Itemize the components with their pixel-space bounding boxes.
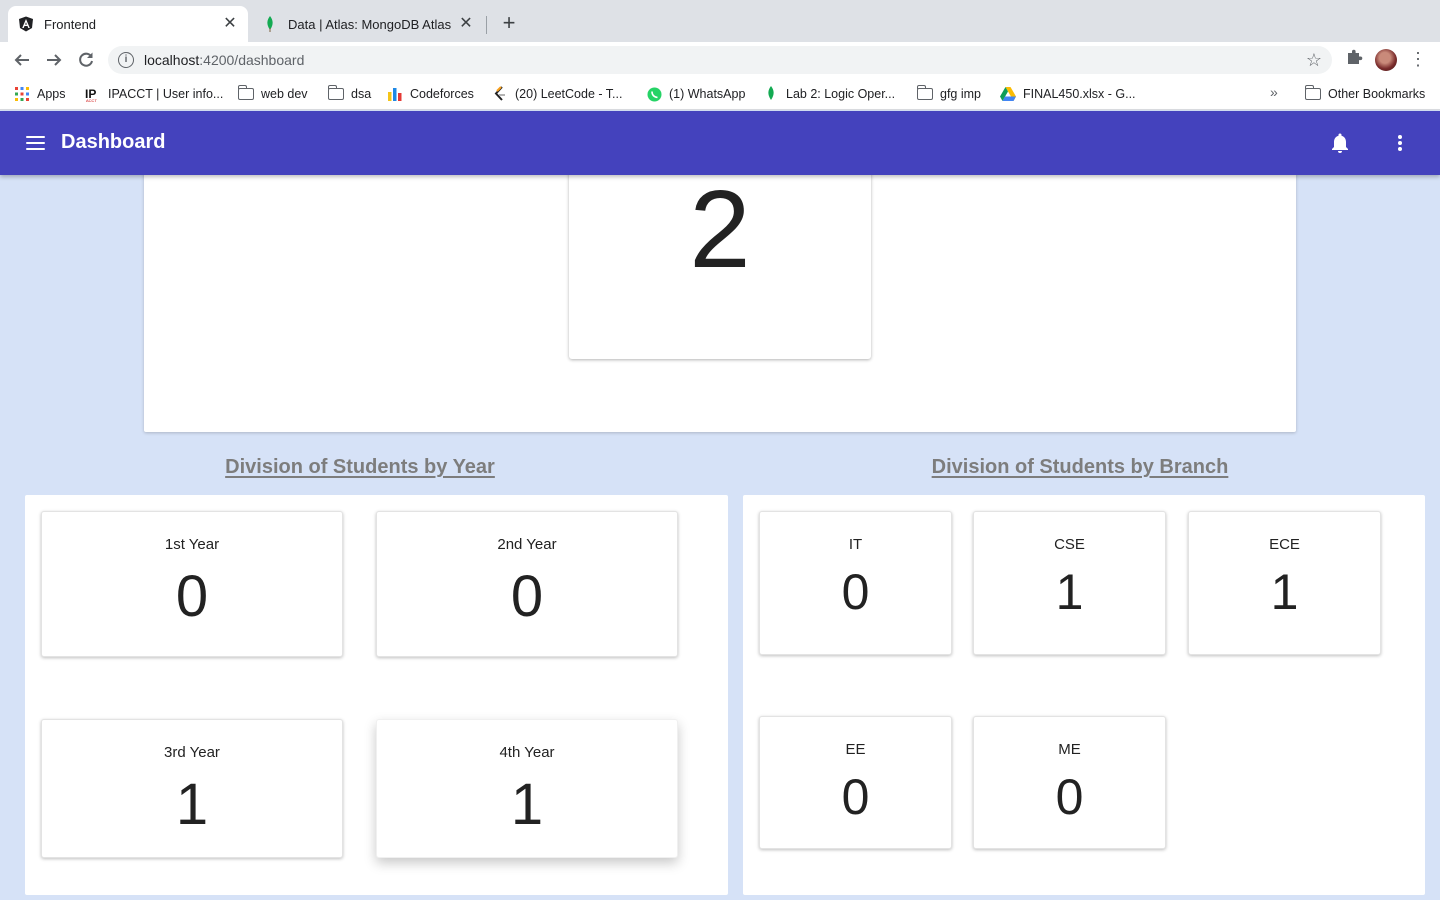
bookmark-other[interactable]: Other Bookmarks [1304,85,1426,103]
bookmark-ipacct[interactable]: IP ACCT IPACCT | User info... [85,85,223,103]
stat-label: CSE [1054,536,1085,553]
year-card-4th[interactable]: 4th Year 1 [376,719,678,858]
bookmark-leetcode[interactable]: (20) LeetCode - T... [492,85,622,103]
browser-tab-mongodb[interactable]: Data | Atlas: MongoDB Atlas ✕ [252,6,484,42]
bookmark-lab2[interactable]: Lab 2: Logic Oper... [763,85,895,103]
new-tab-plus-icon[interactable]: + [497,12,521,36]
bookmark-label: Codeforces [410,87,474,101]
address-bar[interactable]: i localhost:4200/dashboard ☆ [108,46,1332,74]
stat-label: 1st Year [164,536,220,553]
stat-value: 1 [175,772,209,837]
stat-value: 1 [1270,564,1299,620]
notification-bell-icon[interactable] [1328,131,1352,155]
reload-icon[interactable] [74,48,98,72]
folder-icon [916,85,933,102]
bookmark-whatsapp[interactable]: (1) WhatsApp [646,85,745,103]
folder-icon [1304,85,1321,102]
browser-tab-strip: Frontend ✕ Data | Atlas: MongoDB Atlas ✕… [0,0,1440,42]
stat-value: 0 [510,564,544,629]
bookmark-dsa[interactable]: dsa [327,85,372,103]
stat-label: 4th Year [499,744,555,761]
bookmark-web-dev[interactable]: web dev [237,85,308,103]
branch-card-it[interactable]: IT 0 [759,511,952,655]
branch-card-cse[interactable]: CSE 1 [973,511,1166,655]
hamburger-menu-icon[interactable] [24,131,48,155]
stat-label: IT [848,536,863,553]
bookmark-label: FINAL450.xlsx - G... [1023,87,1136,101]
page-title: Dashboard [61,131,166,153]
forward-arrow-icon[interactable] [42,48,66,72]
stat-value: 1 [510,772,544,837]
bookmark-codeforces[interactable]: Codeforces [387,85,474,103]
stat-value: 1 [1055,564,1084,620]
total-students-value: 2 [689,168,751,291]
bookmark-label: Apps [37,87,66,101]
svg-text:ACCT: ACCT [86,98,97,102]
codeforces-icon [387,86,403,102]
bookmark-label: IPACCT | User info... [108,87,224,101]
bookmark-label: dsa [351,87,372,101]
close-tab-icon[interactable]: ✕ [222,16,238,32]
branch-section-heading: Division of Students by Branch [931,456,1229,478]
year-section-heading: Division of Students by Year [225,456,495,478]
bookmark-label: Lab 2: Logic Oper... [786,87,896,101]
bookmarks-bar: Apps IP ACCT IPACCT | User info... web de… [0,78,1440,110]
bookmark-star-icon[interactable]: ☆ [1306,50,1322,71]
ipacct-icon: IP ACCT [85,86,101,102]
tab-title: Data | Atlas: MongoDB Atlas [288,16,452,32]
back-arrow-icon[interactable] [10,48,34,72]
more-bookmarks-chevron-icon[interactable]: » [1270,84,1278,100]
stat-label: ME [1058,741,1081,758]
branch-card-ece[interactable]: ECE 1 [1188,511,1381,655]
bookmark-label: gfg imp [940,87,981,101]
angular-icon [18,16,34,32]
stat-label: ECE [1269,536,1300,553]
app-toolbar: Dashboard [0,111,1440,175]
bookmark-gfg-imp[interactable]: gfg imp [916,85,981,103]
bookmark-label: Other Bookmarks [1328,87,1426,101]
tab-separator [486,16,487,34]
stat-value: 0 [175,564,209,629]
year-card-1st[interactable]: 1st Year 0 [41,511,343,657]
branch-card-me[interactable]: ME 0 [973,716,1166,849]
site-info-icon[interactable]: i [118,52,134,68]
bookmark-label: (1) WhatsApp [669,87,746,101]
year-card-2nd[interactable]: 2nd Year 0 [376,511,678,657]
stat-label: 2nd Year [497,536,557,553]
mongodb-leaf-icon [763,86,779,102]
chrome-menu-icon[interactable]: ⋮ [1408,50,1428,70]
total-students-card: 2 [569,160,871,359]
folder-icon [237,85,254,102]
whatsapp-icon [646,86,662,102]
bookmark-label: (20) LeetCode - T... [515,87,623,101]
stat-value: 0 [841,564,870,620]
google-drive-icon [1000,86,1016,102]
url-text: localhost:4200/dashboard [144,52,305,68]
browser-toolbar: i localhost:4200/dashboard ☆ [0,42,1440,78]
stat-label: EE [845,741,866,758]
close-tab-icon[interactable]: ✕ [458,16,474,32]
bookmark-label: web dev [261,87,308,101]
bookmark-final450[interactable]: FINAL450.xlsx - G... [1000,85,1136,103]
folder-icon [327,85,344,102]
mongodb-leaf-icon [262,16,278,32]
tab-title: Frontend [44,16,97,32]
branch-card-ee[interactable]: EE 0 [759,716,952,849]
bookmark-apps[interactable]: Apps [14,85,66,103]
leetcode-icon [492,86,508,102]
extensions-puzzle-icon[interactable] [1344,48,1364,68]
stat-value: 0 [1055,769,1084,825]
apps-grid-icon [14,86,30,102]
browser-tab-frontend[interactable]: Frontend ✕ [8,6,248,42]
stat-value: 0 [841,769,870,825]
year-card-3rd[interactable]: 3rd Year 1 [41,719,343,858]
profile-avatar[interactable] [1375,49,1397,71]
more-vert-icon[interactable] [1388,131,1412,155]
stat-label: 3rd Year [164,744,220,761]
